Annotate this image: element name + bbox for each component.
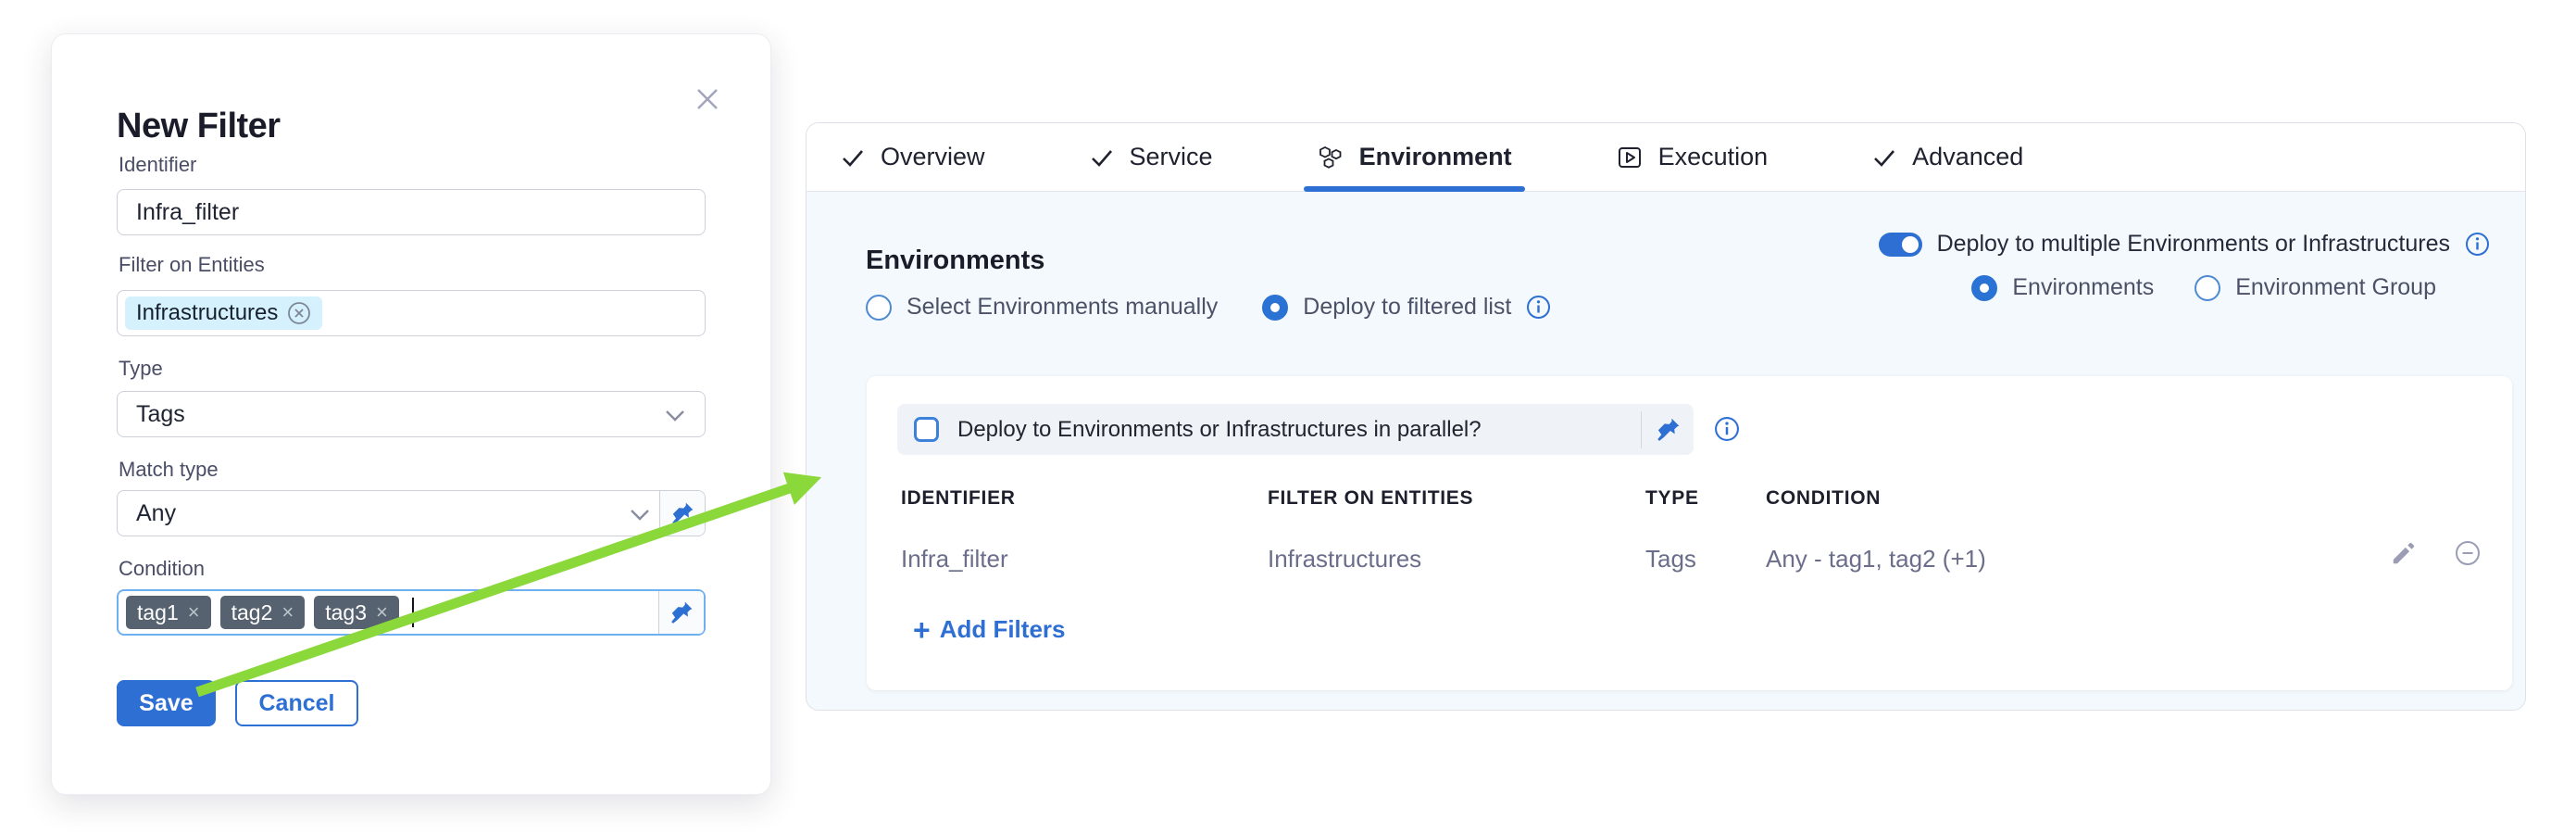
radio-icon[interactable] xyxy=(2195,275,2220,301)
pin-icon[interactable] xyxy=(659,491,705,536)
filter-on-entities-label: Filter on Entities xyxy=(119,253,265,277)
plus-icon: + xyxy=(913,618,931,642)
parallel-checkbox-row: Deploy to Environments or Infrastructure… xyxy=(897,404,1694,455)
match-type-value: Any xyxy=(136,500,176,527)
identifier-label: Identifier xyxy=(119,153,196,177)
remove-tag-icon[interactable]: × xyxy=(281,600,294,624)
radio-label: Deploy to filtered list xyxy=(1303,294,1511,321)
add-filters-button[interactable]: + Add Filters xyxy=(913,615,1065,644)
toggle-on[interactable] xyxy=(1879,233,1922,257)
tag-label: tag1 xyxy=(137,600,179,625)
tag-label: tag3 xyxy=(325,600,367,625)
check-icon xyxy=(840,145,866,170)
radio-icon-selected[interactable] xyxy=(1971,275,1997,301)
add-filters-label: Add Filters xyxy=(940,615,1066,644)
identifier-field xyxy=(117,189,706,235)
identifier-input[interactable] xyxy=(118,190,665,234)
row-filter-on-entities: Infrastructures xyxy=(1268,545,1421,574)
col-header-condition: CONDITION xyxy=(1766,487,1881,510)
environment-type-radios: Environments Environment Group xyxy=(1971,274,2490,301)
modal-title: New Filter xyxy=(117,107,281,146)
condition-tag: tag2 × xyxy=(220,596,306,629)
info-icon[interactable] xyxy=(2465,232,2490,257)
environment-icon xyxy=(1317,144,1344,171)
stage-tabbar: Overview Service Environment Executio xyxy=(807,123,2525,192)
radio-icon-selected[interactable] xyxy=(1262,295,1288,321)
tab-label: Advanced xyxy=(1912,143,2023,171)
match-type-label: Match type xyxy=(119,458,219,482)
pin-icon[interactable] xyxy=(1642,417,1694,442)
tab-label: Environment xyxy=(1359,143,1512,171)
radio-label: Environments xyxy=(2012,274,2154,301)
radio-environments[interactable]: Environments xyxy=(1971,274,2154,301)
type-label: Type xyxy=(119,357,163,381)
toggle-knob xyxy=(1902,236,1919,253)
execution-icon xyxy=(1616,144,1644,171)
remove-tag-icon[interactable]: × xyxy=(188,600,200,624)
radio-label: Environment Group xyxy=(2235,274,2436,301)
radio-select-manually[interactable]: Select Environments manually xyxy=(866,294,1218,321)
col-header-filter-on-entities: FILTER ON ENTITIES xyxy=(1268,487,1473,510)
condition-field[interactable]: tag1 × tag2 × tag3 × xyxy=(117,589,706,636)
new-filter-modal: New Filter Identifier Filter on Entities… xyxy=(51,33,771,795)
info-icon[interactable] xyxy=(1714,416,1740,442)
tab-execution[interactable]: Execution xyxy=(1603,123,1782,191)
remove-entity-icon[interactable] xyxy=(287,301,311,325)
save-button[interactable]: Save xyxy=(117,680,216,726)
filters-card: Deploy to Environments or Infrastructure… xyxy=(867,376,2512,690)
tab-label: Service xyxy=(1130,143,1213,171)
type-select[interactable]: Tags xyxy=(117,391,706,437)
edit-filter-icon[interactable] xyxy=(2390,539,2418,567)
tab-service[interactable]: Service xyxy=(1076,123,1226,191)
tab-environment[interactable]: Environment xyxy=(1304,123,1525,191)
col-header-identifier: IDENTIFIER xyxy=(901,487,1016,510)
multi-env-toggle-row: Deploy to multiple Environments or Infra… xyxy=(1879,231,2490,258)
pipeline-stage-panel: Overview Service Environment Executio xyxy=(806,122,2526,711)
toggle-label: Deploy to multiple Environments or Infra… xyxy=(1937,231,2450,258)
chevron-down-icon[interactable] xyxy=(629,508,651,523)
entity-chip: Infrastructures xyxy=(125,296,322,330)
parallel-checkbox[interactable] xyxy=(914,417,939,442)
type-value: Tags xyxy=(136,401,185,428)
environments-heading: Environments xyxy=(866,246,1044,276)
check-icon xyxy=(1089,145,1115,170)
row-identifier: Infra_filter xyxy=(901,545,1008,574)
condition-tag: tag3 × xyxy=(314,596,399,629)
parallel-checkbox-label: Deploy to Environments or Infrastructure… xyxy=(957,417,1641,443)
tab-overview[interactable]: Overview xyxy=(827,123,998,191)
chevron-down-icon[interactable] xyxy=(664,409,686,423)
filter-on-entities-field[interactable]: Infrastructures xyxy=(117,290,706,336)
condition-tag: tag1 × xyxy=(126,596,211,629)
close-icon[interactable] xyxy=(691,82,724,116)
entity-chip-label: Infrastructures xyxy=(136,300,278,326)
remove-filter-icon[interactable] xyxy=(2454,539,2482,567)
cancel-button[interactable]: Cancel xyxy=(235,680,358,726)
environment-tab-content: Environments Select Environments manuall… xyxy=(807,192,2525,710)
screen: New Filter Identifier Filter on Entities… xyxy=(0,0,2576,832)
radio-icon[interactable] xyxy=(866,295,892,321)
check-icon xyxy=(1871,145,1897,170)
pin-icon[interactable] xyxy=(658,591,704,634)
multi-env-controls: Deploy to multiple Environments or Infra… xyxy=(1879,231,2490,301)
condition-label: Condition xyxy=(119,557,205,581)
radio-label: Select Environments manually xyxy=(907,294,1218,321)
radio-deploy-filtered[interactable]: Deploy to filtered list xyxy=(1262,294,1551,321)
tab-label: Overview xyxy=(881,143,985,171)
text-cursor xyxy=(412,598,414,627)
row-type: Tags xyxy=(1645,545,1696,574)
info-icon[interactable] xyxy=(1526,295,1551,320)
tab-advanced[interactable]: Advanced xyxy=(1858,123,2036,191)
tab-label: Execution xyxy=(1658,143,1769,171)
tag-label: tag2 xyxy=(231,600,273,625)
radio-environment-group[interactable]: Environment Group xyxy=(2195,274,2436,301)
col-header-type: TYPE xyxy=(1645,487,1699,510)
environment-selection-radios: Select Environments manually Deploy to f… xyxy=(866,294,1551,321)
remove-tag-icon[interactable]: × xyxy=(376,600,388,624)
match-type-select[interactable]: Any xyxy=(117,490,706,536)
row-condition: Any - tag1, tag2 (+1) xyxy=(1766,545,1986,574)
